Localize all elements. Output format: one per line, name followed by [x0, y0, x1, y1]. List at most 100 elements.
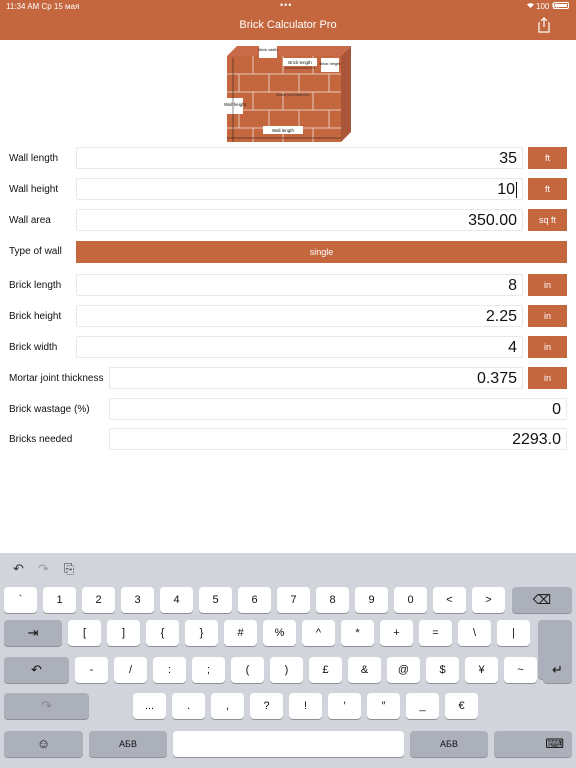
key[interactable]: _ [406, 693, 439, 719]
return-key[interactable]: ↵ [543, 657, 572, 683]
key[interactable]: 4 [160, 587, 193, 613]
key[interactable]: ¥ [465, 657, 498, 683]
key[interactable]: @ [387, 657, 420, 683]
brick-length-unit-button[interactable]: in [528, 274, 567, 296]
key[interactable]: % [263, 620, 296, 646]
multitasking-dots[interactable]: ••• [280, 0, 292, 10]
bricks-needed-label: Bricks needed [9, 434, 73, 445]
key[interactable]: , [211, 693, 244, 719]
key[interactable]: : [153, 657, 186, 683]
key[interactable]: ? [250, 693, 283, 719]
brick-width-unit-button[interactable]: in [528, 336, 567, 358]
brick-length-label: Brick length [9, 280, 62, 291]
label-wall-height: Wall height [224, 102, 247, 107]
wall-length-value: 35 [499, 150, 517, 167]
brick-height-value: 2.25 [485, 308, 517, 325]
mortar-input[interactable]: 0.375 [109, 367, 523, 389]
alphabet-key-left[interactable]: АБВ [89, 731, 167, 757]
share-icon[interactable] [537, 17, 551, 33]
wall-length-unit-button[interactable]: ft [528, 147, 567, 169]
key[interactable]: \ [458, 620, 491, 646]
tab-key[interactable]: ⇥ [4, 620, 62, 646]
bricks-needed-value: 2293.0 [512, 431, 561, 448]
delete-key[interactable]: ⌫ [512, 587, 572, 613]
key[interactable]: ″ [367, 693, 400, 719]
key[interactable]: [ [68, 620, 101, 646]
key[interactable]: # [224, 620, 257, 646]
key[interactable]: . [172, 693, 205, 719]
key[interactable]: } [185, 620, 218, 646]
key[interactable]: ~ [504, 657, 537, 683]
mortar-label: Mortar joint thickness [9, 373, 104, 384]
key[interactable]: - [75, 657, 108, 683]
key[interactable]: < [433, 587, 466, 613]
wall-height-input[interactable]: 10 [76, 178, 523, 200]
wastage-input[interactable]: 0 [109, 398, 567, 420]
key[interactable]: | [497, 620, 530, 646]
wall-height-value: 10 [497, 181, 515, 198]
hide-keyboard-icon[interactable]: ⌨ [494, 731, 572, 757]
key[interactable]: ... [133, 693, 166, 719]
wall-area-input[interactable]: 350.00 [76, 209, 523, 231]
key[interactable]: = [419, 620, 452, 646]
wall-type-label: Type of wall [9, 246, 62, 257]
wifi-icon [526, 1, 535, 11]
key[interactable]: ` [4, 587, 37, 613]
key[interactable]: ( [231, 657, 264, 683]
paste-icon[interactable]: ⎘ [64, 561, 74, 577]
key[interactable]: 7 [277, 587, 310, 613]
key[interactable]: 6 [238, 587, 271, 613]
brick-width-input[interactable]: 4 [76, 336, 523, 358]
key[interactable]: £ [309, 657, 342, 683]
key[interactable]: 1 [43, 587, 76, 613]
key[interactable]: + [380, 620, 413, 646]
wall-length-input[interactable]: 35 [76, 147, 523, 169]
key[interactable]: 9 [355, 587, 388, 613]
wall-length-label: Wall length [9, 153, 59, 164]
wastage-value: 0 [552, 401, 561, 418]
brick-length-input[interactable]: 8 [76, 274, 523, 296]
undo-key[interactable]: ↶ [4, 657, 69, 683]
key[interactable]: * [341, 620, 374, 646]
key[interactable]: / [114, 657, 147, 683]
brick-height-input[interactable]: 2.25 [76, 305, 523, 327]
key[interactable]: ′ [328, 693, 361, 719]
mortar-unit-button[interactable]: in [528, 367, 567, 389]
key[interactable]: ] [107, 620, 140, 646]
space-key[interactable] [173, 731, 404, 757]
key[interactable]: ^ [302, 620, 335, 646]
brick-height-label: Brick height [9, 311, 62, 322]
redo-key[interactable]: ↷ [4, 693, 89, 719]
wall-type-button[interactable]: single [76, 241, 567, 263]
wall-height-unit-button[interactable]: ft [528, 178, 567, 200]
emoji-key[interactable]: ☺ [4, 731, 83, 757]
key[interactable]: ; [192, 657, 225, 683]
brick-height-unit-button[interactable]: in [528, 305, 567, 327]
redo-icon[interactable]: ↷ [38, 561, 49, 577]
key[interactable]: ) [270, 657, 303, 683]
keyboard: ↶ ↷ ⎘ ` 1 2 3 4 5 6 7 8 9 0 < > ⌫ ⇥ [ ] … [0, 553, 576, 768]
alphabet-key-right[interactable]: АБВ [410, 731, 488, 757]
key[interactable]: 2 [82, 587, 115, 613]
label-brick-width: Brick width [258, 47, 277, 52]
page-title: Brick Calculator Pro [239, 19, 337, 31]
key[interactable]: > [472, 587, 505, 613]
brick-width-value: 4 [508, 339, 517, 356]
nav-bar: 11:34 AM Ср 15 мая ••• 100 % Brick Calcu… [0, 0, 576, 40]
wall-area-unit-button[interactable]: sq ft [528, 209, 567, 231]
bricks-needed-output: 2293.0 [109, 428, 567, 450]
key[interactable]: 5 [199, 587, 232, 613]
key[interactable]: 3 [121, 587, 154, 613]
key[interactable]: { [146, 620, 179, 646]
wall-area-label: Wall area [9, 215, 51, 226]
label-brick-height: Brick height [320, 61, 342, 66]
key[interactable]: ! [289, 693, 322, 719]
label-wall-length: Wall length [272, 128, 295, 133]
key[interactable]: € [445, 693, 478, 719]
key[interactable]: 0 [394, 587, 427, 613]
wall-illustration: Brick width Brick length Brick height Wa… [223, 44, 353, 144]
key[interactable]: & [348, 657, 381, 683]
undo-icon[interactable]: ↶ [13, 561, 24, 577]
key[interactable]: $ [426, 657, 459, 683]
key[interactable]: 8 [316, 587, 349, 613]
